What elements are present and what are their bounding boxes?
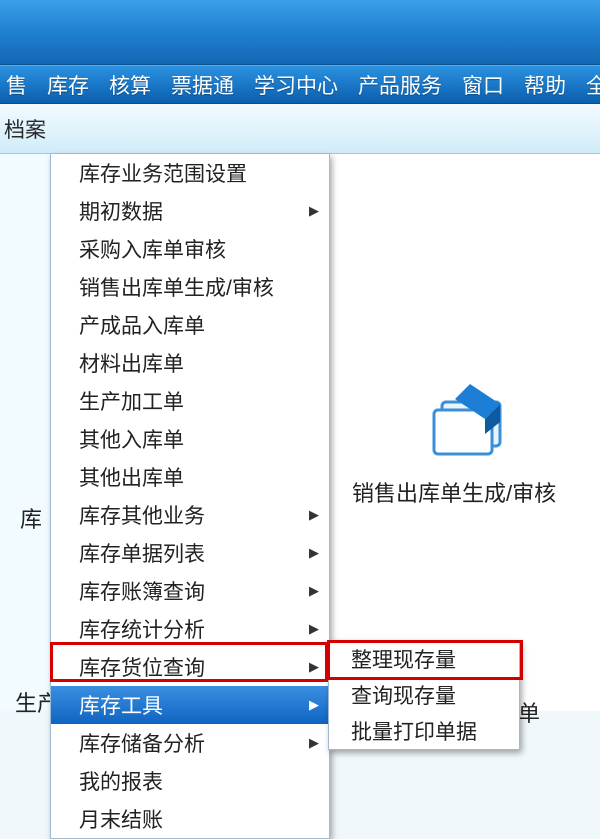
menu-learning[interactable]: 学习中心	[244, 66, 348, 103]
menuitem-doc-list[interactable]: 库存单据列表	[51, 534, 329, 572]
menuitem-material-out[interactable]: 材料出库单	[51, 344, 329, 382]
menuitem-initial-data[interactable]: 期初数据	[51, 192, 329, 230]
menu-piaojutong[interactable]: 票据通	[161, 66, 244, 103]
submenu-batch-print[interactable]: 批量打印单据	[329, 713, 519, 749]
menuitem-other-business[interactable]: 库存其他业务	[51, 496, 329, 534]
crumb-left: 档案	[0, 114, 50, 144]
menu-sale[interactable]: 售	[0, 66, 37, 103]
menuitem-month-close[interactable]: 月末结账	[51, 800, 329, 838]
submenu-organize-stock[interactable]: 整理现存量	[329, 641, 519, 677]
bg-label-left-short: 库	[20, 502, 42, 534]
menuitem-inventory-tools[interactable]: 库存工具	[51, 686, 329, 724]
window-titlebar	[0, 0, 600, 65]
document-stack-icon	[420, 374, 520, 464]
bg-label-sales-out: 销售出库单生成/审核	[352, 476, 556, 508]
sub-toolbar: 档案	[0, 104, 600, 154]
menuitem-sales-out-audit[interactable]: 销售出库单生成/审核	[51, 268, 329, 306]
menuitem-reserve-analysis[interactable]: 库存储备分析	[51, 724, 329, 762]
menu-accounting[interactable]: 核算	[99, 66, 161, 103]
menuitem-stat-analysis[interactable]: 库存统计分析	[51, 610, 329, 648]
content-area: 销售出库单生成/审核 库 生产 材料出库单 库存业务范围设置 期初数据 采购入库…	[0, 154, 600, 711]
menuitem-my-reports[interactable]: 我的报表	[51, 762, 329, 800]
submenu-query-stock[interactable]: 查询现存量	[329, 677, 519, 713]
menuitem-other-in[interactable]: 其他入库单	[51, 420, 329, 458]
main-menubar: 售 库存 核算 票据通 学习中心 产品服务 窗口 帮助 全	[0, 65, 600, 104]
inventory-tools-submenu: 整理现存量 查询现存量 批量打印单据	[328, 640, 520, 750]
menuitem-purchase-in-audit[interactable]: 采购入库单审核	[51, 230, 329, 268]
inventory-dropdown: 库存业务范围设置 期初数据 采购入库单审核 销售出库单生成/审核 产成品入库单 …	[50, 154, 330, 839]
menu-more[interactable]: 全	[576, 66, 600, 103]
menuitem-production-order[interactable]: 生产加工单	[51, 382, 329, 420]
menuitem-ledger-query[interactable]: 库存账簿查询	[51, 572, 329, 610]
menu-help[interactable]: 帮助	[514, 66, 576, 103]
menuitem-location-query[interactable]: 库存货位查询	[51, 648, 329, 686]
left-panel-strip	[0, 154, 50, 711]
menu-inventory[interactable]: 库存	[37, 66, 99, 103]
menuitem-scope-setting[interactable]: 库存业务范围设置	[51, 154, 329, 192]
menu-product-service[interactable]: 产品服务	[348, 66, 452, 103]
menuitem-other-out[interactable]: 其他出库单	[51, 458, 329, 496]
menuitem-finished-goods-in[interactable]: 产成品入库单	[51, 306, 329, 344]
menu-window[interactable]: 窗口	[452, 66, 514, 103]
